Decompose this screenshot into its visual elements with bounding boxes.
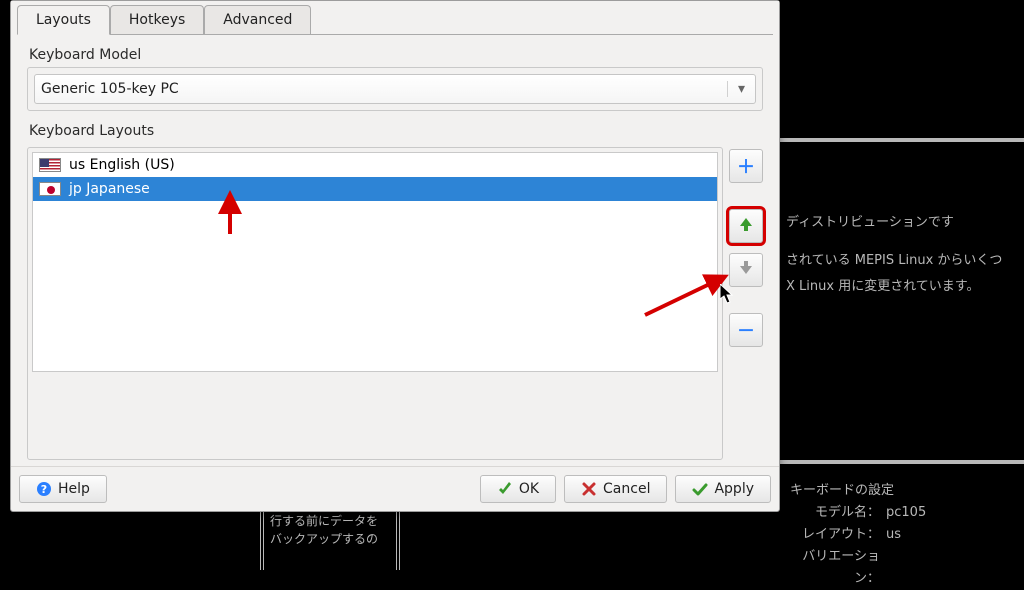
ok-icon — [497, 481, 513, 497]
cancel-button[interactable]: Cancel — [564, 475, 667, 503]
bg-info-row: レイアウト：us — [790, 524, 926, 546]
bg-rule — [780, 460, 1024, 464]
remove-layout-button[interactable]: － — [729, 313, 763, 347]
button-label: Apply — [714, 481, 754, 497]
move-up-button[interactable] — [729, 209, 763, 243]
tab-page-layouts: Keyboard Model Generic 105-key PC ▾ Keyb… — [17, 34, 773, 466]
keyboard-model-combo[interactable]: Generic 105-key PC ▾ — [34, 74, 756, 104]
bg-info-title: キーボードの設定 — [790, 480, 926, 502]
minus-icon: － — [737, 317, 755, 343]
flag-icon-us — [39, 158, 61, 172]
tab-advanced[interactable]: Advanced — [204, 5, 311, 34]
add-layout-button[interactable]: ＋ — [729, 149, 763, 183]
tab-label: Layouts — [36, 12, 91, 28]
background-panel-text: ディストリビューションです されている MEPIS Linux からいくつ X … — [786, 210, 1002, 300]
layout-item-label: us English (US) — [69, 157, 175, 173]
chevron-down-icon: ▾ — [727, 81, 749, 97]
layout-item-label: jp Japanese — [69, 181, 150, 197]
keyboard-layouts-label: Keyboard Layouts — [29, 123, 763, 139]
bg-text-line: ディストリビューションです — [786, 210, 1002, 236]
help-button[interactable]: ? Help — [19, 475, 107, 503]
svg-text:?: ? — [41, 483, 47, 496]
keyboard-model-value: Generic 105-key PC — [41, 81, 727, 97]
bg-info-row: モデル名：pc105 — [790, 502, 926, 524]
background-keyboard-info: キーボードの設定 モデル名：pc105 レイアウト：us バリエーション： — [790, 480, 926, 590]
keyboard-layouts-area: us English (US) jp Japanese ＋ — [27, 147, 763, 460]
apply-button[interactable]: Apply — [675, 475, 771, 503]
plus-icon: ＋ — [737, 153, 755, 179]
button-label: Cancel — [603, 481, 650, 497]
layout-side-buttons: ＋ － — [729, 147, 763, 460]
dialog-button-bar: ? Help OK Cancel Apply — [11, 466, 779, 511]
layout-list[interactable]: us English (US) jp Japanese — [32, 152, 718, 372]
spacer — [115, 475, 472, 503]
ok-button[interactable]: OK — [480, 475, 556, 503]
tab-bar: Layouts Hotkeys Advanced — [11, 1, 779, 34]
move-down-button[interactable] — [729, 253, 763, 287]
tab-label: Hotkeys — [129, 12, 185, 28]
tab-hotkeys[interactable]: Hotkeys — [110, 5, 204, 34]
cancel-icon — [581, 481, 597, 497]
help-icon: ? — [36, 481, 52, 497]
bg-rule — [780, 138, 1024, 142]
layout-item-us[interactable]: us English (US) — [33, 153, 717, 177]
keyboard-model-label: Keyboard Model — [29, 47, 763, 63]
tab-layouts[interactable]: Layouts — [17, 5, 110, 35]
keyboard-settings-dialog: Layouts Hotkeys Advanced Keyboard Model … — [10, 0, 780, 512]
button-label: OK — [519, 481, 539, 497]
button-label: Help — [58, 481, 90, 497]
bg-info-row: バリエーション： — [790, 546, 926, 590]
keyboard-model-frame: Generic 105-key PC ▾ — [27, 67, 763, 111]
arrow-up-icon — [738, 216, 754, 237]
bg-text-line: X Linux 用に変更されています。 — [786, 274, 1002, 300]
flag-icon-jp — [39, 182, 61, 196]
layout-item-jp[interactable]: jp Japanese — [33, 177, 717, 201]
arrow-down-icon — [738, 260, 754, 281]
background-bottom-box: 行する前にデータを バックアップするの — [260, 510, 400, 570]
apply-icon — [692, 481, 708, 497]
layout-list-frame: us English (US) jp Japanese — [27, 147, 723, 460]
bg-text-line: されている MEPIS Linux からいくつ — [786, 248, 1002, 274]
tab-label: Advanced — [223, 12, 292, 28]
